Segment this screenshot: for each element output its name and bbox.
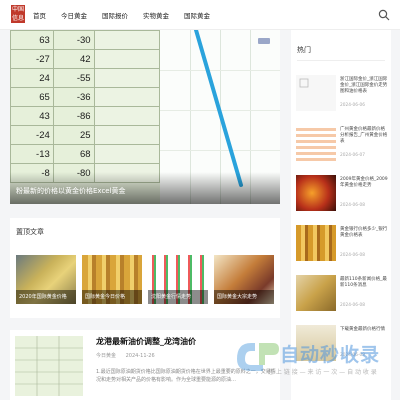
sheet-cell: 43 bbox=[10, 106, 54, 126]
sheet-row: -13 68 bbox=[10, 144, 161, 164]
sidebar-item[interactable]: 浙江国际金价_浙江国际金价_浙江国际金价走势图和油价格表 2024-06-06 bbox=[296, 75, 388, 115]
sidebar-item[interactable]: 黄金银行价格多少_银行黄金价格表 2024-06-08 bbox=[296, 225, 388, 265]
article-thumbnail[interactable] bbox=[15, 336, 83, 396]
sheet-row: -24 25 bbox=[10, 125, 161, 145]
sidebar-item[interactable]: 广州黄金价格最新价格分析报告_广州黄金价格表 2024-06-07 bbox=[296, 125, 388, 165]
sheet-cell: 24 bbox=[10, 68, 54, 88]
sheet-cell: -24 bbox=[10, 125, 54, 145]
sheet-cell bbox=[93, 30, 161, 50]
logo-line: 信息 bbox=[11, 15, 24, 22]
sidebar-item-title: 下载黄金最新价格行情 bbox=[340, 327, 385, 332]
sidebar-title: 热门 bbox=[297, 46, 311, 54]
search-icon[interactable] bbox=[378, 9, 390, 21]
sheet-cell bbox=[93, 106, 161, 126]
nav-item-home[interactable]: 首页 bbox=[33, 10, 46, 20]
sidebar-item-title: 浙江国际金价_浙江国际金价_浙江国际金价走势图和油价格表 bbox=[340, 77, 388, 94]
sheet-cell bbox=[93, 144, 161, 164]
sidebar-item-title: 最新110条新闻价格_最新110条消息 bbox=[340, 277, 387, 288]
sidebar-thumbnail bbox=[296, 275, 336, 311]
recommended-caption: 沈阳黄金行情走势 bbox=[148, 290, 208, 304]
watermark-slogan: 您 上 链 接 — 来 访 一 次 — 自 动 收 录 bbox=[268, 369, 377, 376]
sheet-cell bbox=[93, 49, 161, 69]
sheet-cell bbox=[93, 125, 161, 145]
sidebar-item[interactable]: 2009年黄金价格_2009年黄金价格走势 2024-06-08 bbox=[296, 175, 388, 215]
logo-line: 中国 bbox=[11, 6, 24, 13]
nav-item-today-gold[interactable]: 今日黄金 bbox=[61, 10, 87, 20]
recommended-item[interactable]: 国际黄金大宗走势 bbox=[214, 255, 274, 304]
sidebar-item-title: 2009年黄金价格_2009年黄金价格走势 bbox=[340, 177, 388, 188]
recommended-caption: 国际黄金今日价格 bbox=[82, 290, 142, 304]
divider bbox=[297, 60, 385, 61]
sheet-cell: 65 bbox=[10, 87, 54, 107]
sidebar-thumbnail bbox=[296, 175, 336, 211]
sidebar-thumbnail bbox=[296, 125, 336, 161]
recommended-item[interactable]: 2020年国际黄金价格 bbox=[16, 255, 76, 304]
sidebar-thumbnail bbox=[296, 225, 336, 261]
broken-image-icon bbox=[299, 78, 309, 88]
sheet-cell: -27 bbox=[10, 49, 54, 69]
article-meta: 今日黄金 2024-11-26 bbox=[96, 352, 163, 359]
sidebar-thumbnail bbox=[296, 75, 336, 111]
sheet-cell bbox=[93, 87, 161, 107]
article-title[interactable]: 龙港最新油价调整_龙湾油价 bbox=[96, 336, 196, 347]
featured-title[interactable]: 粉最新的价格以黄金价格Excel黄金 bbox=[16, 186, 126, 196]
featured-article[interactable]: 63-30-274224-5565-3643-86-2425-1368-8-80… bbox=[10, 30, 280, 204]
main-nav: 首页 今日黄金 国际报价 实物黄金 国际黄金 bbox=[33, 0, 225, 30]
sheet-cell: -30 bbox=[52, 30, 95, 50]
recommended-section: 置顶文章 2020年国际黄金价格 国际黄金今日价格 沈阳黄金行情走势 国际黄金大… bbox=[10, 218, 280, 318]
section-title: 置顶文章 bbox=[16, 228, 44, 236]
sheet-row: 65 -36 bbox=[10, 87, 161, 107]
sheet-cell: 25 bbox=[52, 125, 95, 145]
sheet-cell: 68 bbox=[52, 144, 95, 164]
recommended-item[interactable]: 国际黄金今日价格 bbox=[82, 255, 142, 304]
watermark-brand: 自动秒收录 bbox=[280, 344, 381, 366]
article-category[interactable]: 今日黄金 bbox=[96, 353, 116, 359]
recommended-caption: 2020年国际黄金价格 bbox=[16, 290, 76, 304]
article-thumb-grid bbox=[15, 336, 83, 396]
recommended-item[interactable]: 沈阳黄金行情走势 bbox=[148, 255, 208, 304]
site-header: 中国 信息 首页 今日黄金 国际报价 实物黄金 国际黄金 bbox=[0, 0, 400, 30]
sheet-cell: -86 bbox=[52, 106, 95, 126]
sidebar-item-date: 2024-06-07 bbox=[340, 153, 365, 158]
sidebar-item-date: 2024-06-08 bbox=[340, 303, 365, 308]
sheet-row: 63 -30 bbox=[10, 30, 161, 50]
sheet-row: 43 -86 bbox=[10, 106, 161, 126]
article-date: 2024-11-26 bbox=[125, 353, 155, 359]
sheet-table: 63-30-274224-5565-3643-86-2425-1368-8-80 bbox=[10, 30, 161, 183]
sheet-row: -27 42 bbox=[10, 49, 161, 69]
sheet-cell: 63 bbox=[10, 30, 54, 50]
sheet-cell: -36 bbox=[52, 87, 95, 107]
recommended-caption: 国际黄金大宗走势 bbox=[214, 290, 274, 304]
sidebar-item-title: 广州黄金价格最新价格分析报告_广州黄金价格表 bbox=[340, 127, 388, 144]
sheet-cell: -13 bbox=[10, 144, 54, 164]
nav-item-intl-quote[interactable]: 国际报价 bbox=[102, 10, 128, 20]
sidebar-item-date: 2024-06-08 bbox=[340, 203, 365, 208]
sidebar-item-date: 2024-06-06 bbox=[340, 103, 365, 108]
sidebar-item-title: 黄金银行价格多少_银行黄金价格表 bbox=[340, 227, 388, 238]
sheet-cell: 42 bbox=[52, 49, 95, 69]
sidebar-item[interactable]: 最新110条新闻价格_最新110条消息 2024-06-08 bbox=[296, 275, 388, 315]
site-logo[interactable]: 中国 信息 bbox=[11, 5, 25, 23]
nav-item-physical-gold[interactable]: 实物黄金 bbox=[143, 10, 169, 20]
sidebar-item-date: 2024-06-08 bbox=[340, 253, 365, 258]
sheet-cell: -55 bbox=[52, 68, 95, 88]
sheet-cell bbox=[93, 68, 161, 88]
sheet-row: 24 -55 bbox=[10, 68, 161, 88]
nav-item-intl-gold[interactable]: 国际黄金 bbox=[184, 10, 210, 20]
